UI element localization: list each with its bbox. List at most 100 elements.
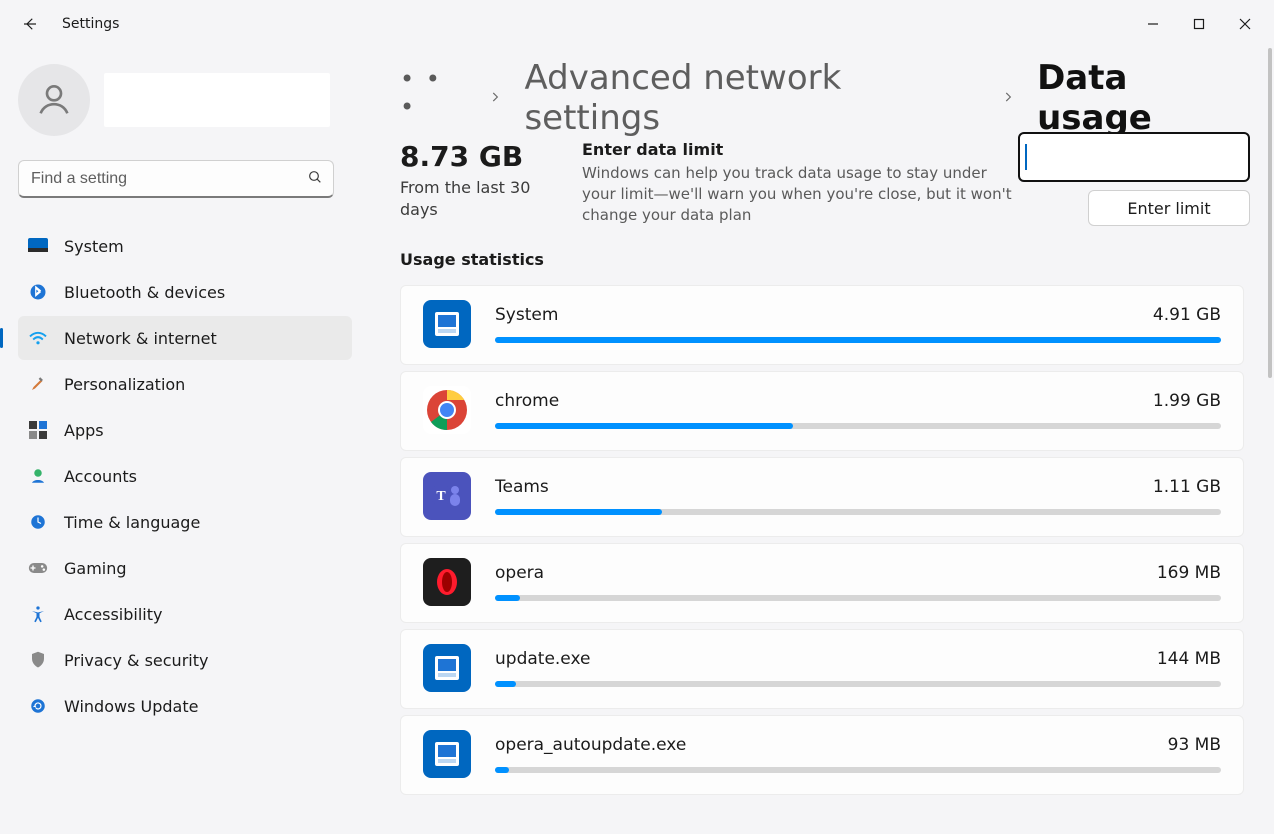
data-limit-block: Enter data limit Windows can help you tr… (582, 140, 1022, 226)
summary-row: 8.73 GB From the last 30 days Enter data… (400, 132, 1250, 250)
app-row[interactable]: chrome 1.99 GB (400, 371, 1244, 451)
back-button[interactable] (14, 8, 46, 40)
minimize-button[interactable] (1130, 8, 1176, 40)
breadcrumb-parent[interactable]: Advanced network settings (524, 58, 979, 138)
app-amount: 93 MB (1168, 735, 1221, 755)
app-icon (423, 644, 471, 692)
bluetooth-icon (28, 282, 48, 302)
minimize-icon (1147, 18, 1159, 30)
sidebar-item-label: Network & internet (64, 329, 217, 348)
app-icon (423, 558, 471, 606)
app-row[interactable]: opera_autoupdate.exe 93 MB (400, 715, 1244, 795)
data-limit-title: Enter data limit (582, 140, 1022, 159)
app-row[interactable]: update.exe 144 MB (400, 629, 1244, 709)
breadcrumb-more[interactable]: • • • (400, 65, 466, 131)
total-usage-value: 8.73 GB (400, 140, 550, 173)
search-input[interactable] (31, 170, 307, 188)
sidebar-item-update[interactable]: Windows Update (0, 684, 352, 728)
app-row[interactable]: T Teams 1.11 GB (400, 457, 1244, 537)
sidebar-item-privacy[interactable]: Privacy & security (0, 638, 352, 682)
sidebar-item-bluetooth[interactable]: Bluetooth & devices (0, 270, 352, 314)
usage-bar (495, 423, 1221, 429)
app-name: Teams (495, 477, 549, 497)
app-list: System 4.91 GB chrome 1.99 GB T Teams 1.11 GB o… (400, 285, 1250, 795)
sidebar: System Bluetooth & devices Network & int… (0, 48, 352, 834)
app-icon (423, 300, 471, 348)
filter-dropdown[interactable] (1018, 132, 1250, 182)
breadcrumb-current: Data usage (1037, 58, 1250, 138)
sidebar-item-label: Privacy & security (64, 651, 208, 670)
app-row[interactable]: opera 169 MB (400, 543, 1244, 623)
app-name: System (495, 305, 558, 325)
app-icon (423, 730, 471, 778)
sidebar-item-label: Accounts (64, 467, 137, 486)
sidebar-item-network[interactable]: Network & internet (18, 316, 352, 360)
app-amount: 144 MB (1157, 649, 1221, 669)
sidebar-item-label: Apps (64, 421, 104, 440)
usage-stats-title: Usage statistics (400, 250, 1250, 269)
usage-bar (495, 767, 1221, 773)
search-box[interactable] (18, 160, 334, 198)
sidebar-item-gaming[interactable]: Gaming (0, 546, 352, 590)
apps-icon (28, 420, 48, 440)
app-row[interactable]: System 4.91 GB (400, 285, 1244, 365)
app-amount: 1.11 GB (1153, 477, 1221, 497)
usage-bar (495, 509, 1221, 515)
usage-bar (495, 337, 1221, 343)
close-icon (1239, 18, 1251, 30)
paintbrush-icon (28, 374, 48, 394)
sidebar-item-label: Accessibility (64, 605, 162, 624)
chevron-right-icon (1001, 89, 1015, 108)
account-block[interactable] (0, 56, 352, 152)
app-name: opera_autoupdate.exe (495, 735, 686, 755)
close-button[interactable] (1222, 8, 1268, 40)
app-name: chrome (495, 391, 559, 411)
svg-text:T: T (436, 489, 446, 504)
globe-clock-icon (28, 512, 48, 532)
sidebar-item-apps[interactable]: Apps (0, 408, 352, 452)
account-icon (28, 466, 48, 486)
wifi-icon (28, 328, 48, 348)
avatar (18, 64, 90, 136)
search-icon (307, 169, 323, 189)
display-icon (28, 236, 48, 256)
data-limit-desc: Windows can help you track data usage to… (582, 163, 1022, 226)
app-icon (423, 386, 471, 434)
update-icon (28, 696, 48, 716)
chevron-right-icon (488, 89, 502, 108)
caption-buttons (1130, 8, 1268, 40)
app-name: update.exe (495, 649, 590, 669)
window-title: Settings (62, 16, 119, 32)
usage-bar (495, 595, 1221, 601)
total-block: 8.73 GB From the last 30 days (400, 140, 550, 222)
sidebar-item-label: Windows Update (64, 697, 198, 716)
sidebar-item-label: Gaming (64, 559, 127, 578)
main: • • • Advanced network settings Data usa… (352, 48, 1274, 834)
person-icon (34, 80, 74, 120)
app-amount: 4.91 GB (1153, 305, 1221, 325)
sidebar-item-time[interactable]: Time & language (0, 500, 352, 544)
breadcrumb: • • • Advanced network settings Data usa… (400, 64, 1250, 132)
usage-bar (495, 681, 1221, 687)
shield-icon (28, 650, 48, 670)
sidebar-item-system[interactable]: System (0, 224, 352, 268)
nav: System Bluetooth & devices Network & int… (0, 214, 352, 728)
scrollbar-thumb[interactable] (1268, 48, 1272, 378)
maximize-button[interactable] (1176, 8, 1222, 40)
accessibility-icon (28, 604, 48, 624)
sidebar-item-accessibility[interactable]: Accessibility (0, 592, 352, 636)
enter-limit-button[interactable]: Enter limit (1088, 190, 1250, 226)
total-usage-sub: From the last 30 days (400, 177, 550, 222)
sidebar-item-label: Personalization (64, 375, 185, 394)
sidebar-item-label: Bluetooth & devices (64, 283, 225, 302)
sidebar-item-personalization[interactable]: Personalization (0, 362, 352, 406)
sidebar-item-label: Time & language (64, 513, 200, 532)
gamepad-icon (28, 558, 48, 578)
app-name: opera (495, 563, 544, 583)
app-amount: 169 MB (1157, 563, 1221, 583)
maximize-icon (1193, 18, 1205, 30)
sidebar-item-accounts[interactable]: Accounts (0, 454, 352, 498)
sidebar-item-label: System (64, 237, 124, 256)
app-amount: 1.99 GB (1153, 391, 1221, 411)
app-icon: T (423, 472, 471, 520)
